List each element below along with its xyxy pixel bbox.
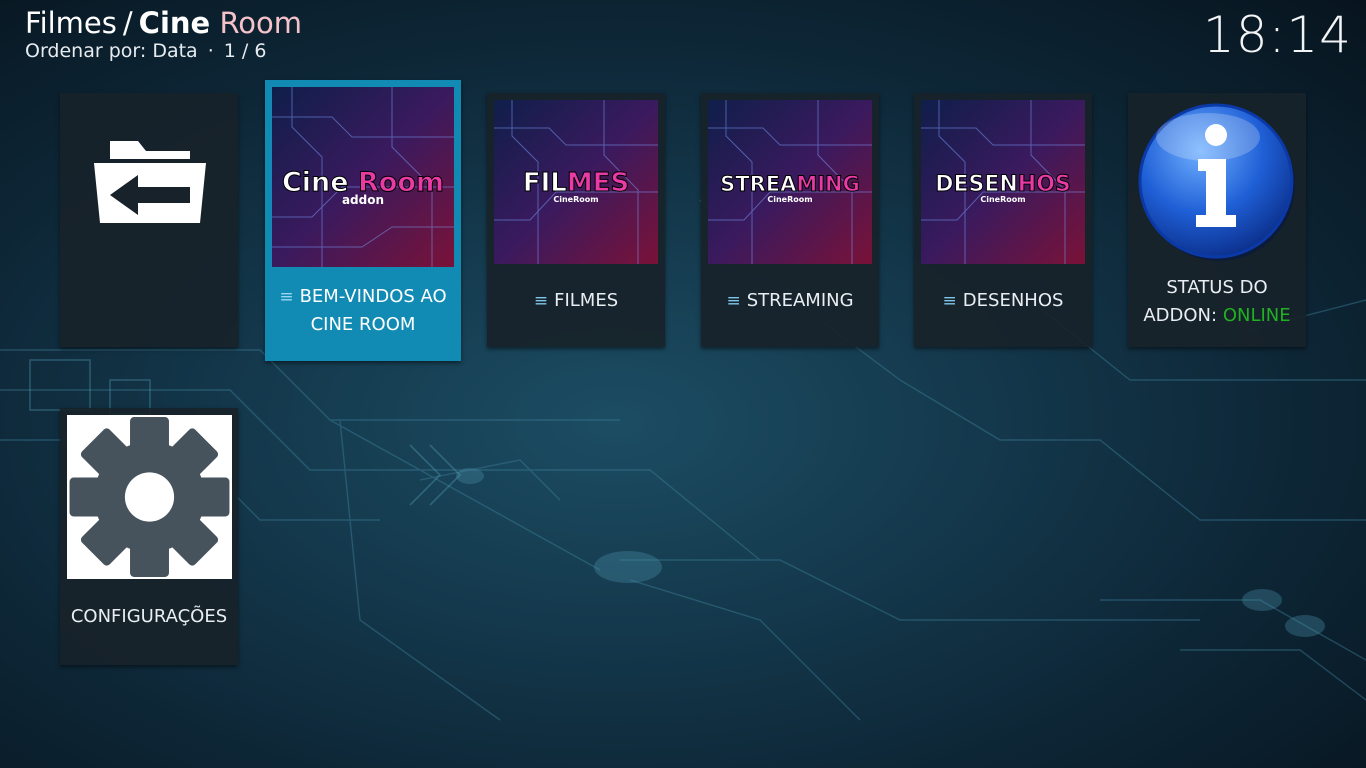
sort-status: Ordenar por: Data · 1 / 6: [25, 39, 266, 63]
welcome-tile[interactable]: Cine Room addon ≡ BEM-VINDOS AO CINE ROOM: [265, 80, 461, 361]
svg-text:CineRoom: CineRoom: [553, 195, 598, 204]
folder-back-icon: [94, 141, 206, 223]
addon-name-second: Room: [219, 6, 303, 40]
streaming-tile[interactable]: STREAMING CineRoom ≡ STREAMING: [701, 93, 879, 347]
svg-text:STREAMING: STREAMING: [720, 172, 860, 196]
gear-icon: [69, 417, 230, 577]
desenhos-thumbnail: DESENHOS CineRoom: [921, 100, 1085, 264]
breadcrumb-section: Filmes: [25, 6, 117, 40]
streaming-thumbnail: STREAMING CineRoom: [708, 100, 872, 264]
filmes-thumbnail: FILMES CineRoom: [494, 100, 658, 264]
status-online-badge: ONLINE: [1222, 305, 1291, 326]
status-label-prefix: ADDON:: [1143, 305, 1218, 326]
sort-label: Ordenar por: Data: [25, 40, 198, 62]
svg-text:CineRoom: CineRoom: [767, 195, 812, 204]
svg-text:addon: addon: [342, 193, 384, 207]
settings-tile[interactable]: CONFIGURAÇÕES: [60, 408, 238, 665]
info-icon: [1138, 103, 1295, 261]
list-icon: ≡: [942, 291, 957, 311]
welcome-thumbnail: Cine Room addon: [272, 87, 454, 267]
filmes-tile[interactable]: FILMES CineRoom ≡ FILMES: [487, 93, 665, 347]
clock: 18:14: [1202, 6, 1352, 64]
list-icon: ≡: [279, 287, 294, 307]
settings-thumbnail: [67, 415, 232, 579]
welcome-label-line2: CINE ROOM: [310, 314, 416, 335]
item-position: 1 / 6: [223, 40, 267, 62]
list-icon: ≡: [726, 291, 741, 311]
sort-dot: ·: [207, 40, 214, 62]
status-label-line1: STATUS DO: [1166, 277, 1268, 298]
desenhos-tile[interactable]: DESENHOS CineRoom ≡ DESENHOS: [914, 93, 1092, 347]
settings-label: CONFIGURAÇÕES: [70, 606, 228, 627]
addon-name-first: Cine: [138, 6, 211, 40]
streaming-label: STREAMING: [746, 290, 854, 311]
back-tile[interactable]: [60, 93, 238, 347]
breadcrumb: Filmes / Cine Room: [25, 4, 302, 42]
svg-text:FILMES: FILMES: [523, 168, 629, 198]
status-tile[interactable]: STATUS DO ADDON: ONLINE: [1128, 93, 1306, 347]
welcome-label-line1: BEM-VINDOS AO: [299, 286, 447, 307]
filmes-label: FILMES: [554, 290, 619, 311]
breadcrumb-separator: /: [122, 6, 133, 40]
desenhos-label: DESENHOS: [962, 290, 1064, 311]
svg-text:DESENHOS: DESENHOS: [935, 172, 1071, 197]
svg-text:CineRoom: CineRoom: [980, 195, 1025, 204]
list-icon: ≡: [533, 291, 549, 311]
